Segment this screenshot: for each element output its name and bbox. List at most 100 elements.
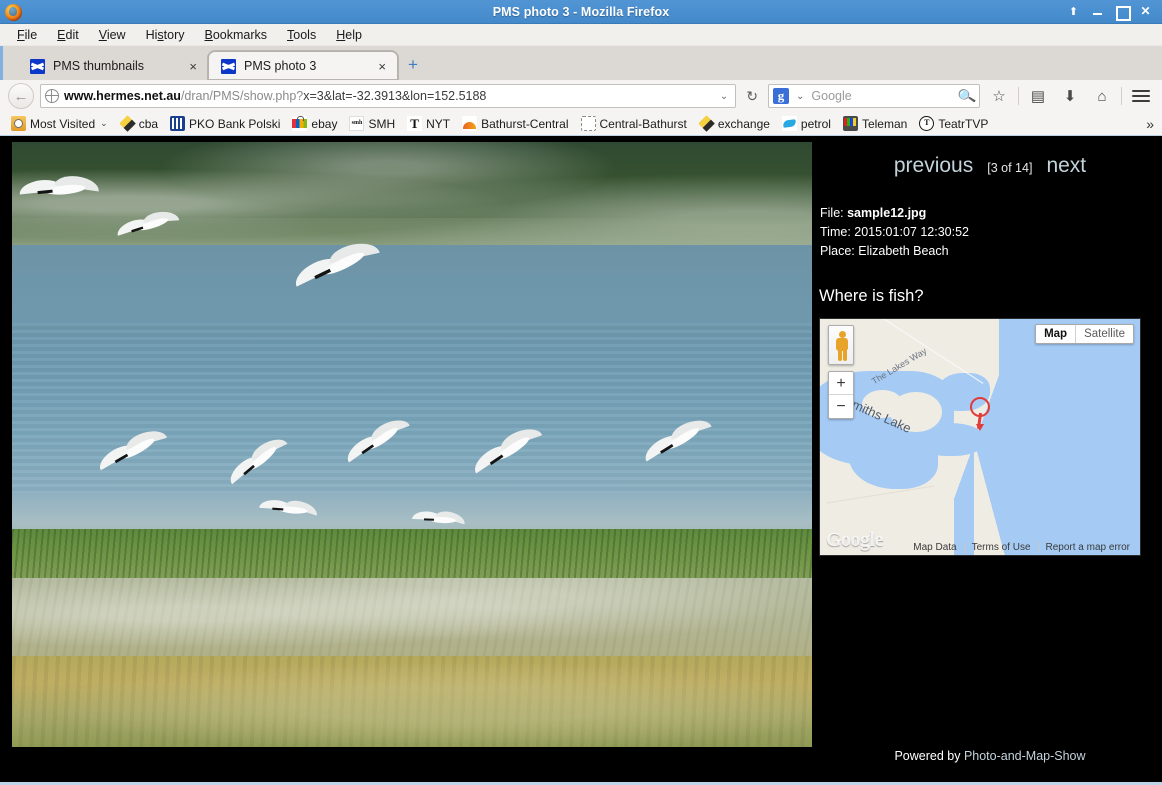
firefox-logo-icon [2,1,24,23]
bookmark-label: Most Visited [30,116,96,131]
terms-of-use-link[interactable]: Terms of Use [963,542,1038,553]
tab-pms-photo-3[interactable]: PMS photo 3 × [208,51,398,80]
bookmark-teleman[interactable]: Teleman [838,115,912,132]
next-link[interactable]: next [1046,154,1086,178]
url-host: www.hermes.net.au [64,89,181,103]
search-icon[interactable]: 🔍 [956,86,977,106]
street-view-pegman-icon[interactable] [828,325,854,365]
back-button-icon[interactable]: ← [8,83,34,109]
toolbar-divider [1018,87,1019,105]
menu-view[interactable]: View [90,26,135,44]
previous-link[interactable]: previous [894,154,973,178]
tab-pms-thumbnails[interactable]: PMS thumbnails × [18,52,208,80]
maximize-icon[interactable] [1115,5,1131,21]
tab-favicon [30,58,45,74]
photo-counter: [3 of 14] [987,161,1033,175]
bookmark-ebay[interactable]: ebay [287,115,342,132]
bookmark-label: TeatrTVP [938,116,989,131]
close-icon[interactable] [1139,5,1152,18]
meta-value: sample12.jpg [847,206,927,220]
hamburger-menu-icon[interactable] [1128,83,1154,109]
reader-list-icon[interactable]: ▤ [1025,83,1051,109]
bookmark-most-visited[interactable]: Most Visited ⌄ [6,115,113,132]
meta-label: File: [820,206,844,220]
tab-close-icon[interactable]: × [375,59,389,74]
bookmark-star-icon[interactable]: ☆ [986,83,1012,109]
map-type-toggle: Map Satellite [1035,324,1134,344]
meta-row-place: Place: Elizabeth Beach [820,242,1162,261]
bookmark-central-bathurst[interactable]: Central-Bathurst [576,115,692,132]
bookmark-cba[interactable]: cba [115,115,163,132]
map-section-heading: Where is fish? [819,287,924,305]
url-bar[interactable]: www.hermes.net.au/dran/PMS/show.php?x=3&… [40,84,737,108]
bookmark-label: SMH [368,116,396,131]
menu-edit[interactable]: Edit [48,26,88,44]
tv-icon [842,116,858,131]
new-tab-button[interactable]: + [408,55,418,75]
meta-value: 2015:01:07 12:30:52 [854,225,969,239]
menu-file[interactable]: File [8,26,46,44]
zoom-out-button[interactable]: − [829,395,853,418]
url-path: /dran/PMS/show.php? [180,89,304,103]
bookmark-smh[interactable]: smh SMH [344,115,400,132]
info-sidebar: previous [3 of 14] next File: sample12.j… [818,136,1162,785]
bookmark-bathurst-central[interactable]: Bathurst-Central [457,115,573,132]
google-logo: Google [826,529,884,551]
reload-icon[interactable]: ↻ [742,88,762,105]
search-bar[interactable]: g ⌄ Google 🔍 [768,84,980,108]
bookmark-petrol[interactable]: petrol [777,115,836,132]
bookmark-label: Teleman [861,116,908,131]
map-data-link[interactable]: Map Data [906,542,963,553]
photo-container[interactable] [12,142,812,747]
meta-row-time: Time: 2015:01:07 12:30:52 [820,223,1162,242]
firefox-window: PMS photo 3 - Mozilla Firefox File Edit … [0,0,1162,785]
meta-row-file: File: sample12.jpg [820,204,1162,223]
menu-history[interactable]: History [137,26,194,44]
bookmark-teatrtvp[interactable]: T TeatrTVP [914,115,993,132]
photo-navigation: previous [3 of 14] next [818,136,1162,178]
menu-tools[interactable]: Tools [278,26,325,44]
map-zoom-controls: + − [828,371,854,419]
google-engine-icon[interactable]: g [773,88,789,104]
bookmark-label: Bathurst-Central [481,116,569,131]
url-dropdown-icon[interactable]: ⌄ [717,91,731,102]
tab-close-icon[interactable]: × [186,59,200,74]
engine-dropdown-icon[interactable]: ⌄ [793,91,807,102]
meta-label: Time: [820,225,851,239]
map-coastline-south [973,441,1012,555]
title-bar: PMS photo 3 - Mozilla Firefox [0,0,1162,24]
tab-label: PMS photo 3 [244,59,317,73]
page-content: previous [3 of 14] next File: sample12.j… [0,136,1162,785]
menu-bookmarks[interactable]: Bookmarks [196,26,277,44]
menu-help[interactable]: Help [327,26,371,44]
bookmark-pko-bank-polski[interactable]: PKO Bank Polski [165,115,285,132]
search-input[interactable]: Google [811,89,953,103]
map-type-satellite-button[interactable]: Satellite [1076,325,1133,343]
report-map-error-link[interactable]: Report a map error [1037,542,1137,553]
meta-label: Place: [820,244,855,258]
bookmark-label: Central-Bathurst [599,116,687,131]
rainbow-icon [462,116,478,131]
tab-bar: PMS thumbnails × PMS photo 3 × + [0,46,1162,80]
pko-icon [170,116,186,131]
bookmark-exchange[interactable]: exchange [694,115,775,132]
photo-and-map-show-link[interactable]: Photo-and-Map-Show [964,749,1086,763]
tab-favicon [221,58,236,74]
shade-icon[interactable] [1067,5,1080,18]
minimize-icon[interactable] [1091,5,1104,18]
chevron-down-icon[interactable]: ⌄ [100,118,108,129]
map-type-map-button[interactable]: Map [1036,325,1077,343]
download-icon[interactable]: ⬇ [1057,83,1083,109]
footer-prefix: Powered by [894,749,964,763]
map-attribution: Map Data Terms of Use Report a map error [906,542,1137,553]
zoom-in-button[interactable]: + [829,372,853,395]
bookmark-nyt[interactable]: T NYT [402,115,455,132]
bookmarks-toolbar: Most Visited ⌄ cba PKO Bank Polski ebay … [0,112,1162,136]
google-map[interactable]: The Lakes Way Smiths Lake + − Map Satell… [819,318,1141,556]
map-marker-pin-icon[interactable] [970,397,990,431]
bookmarks-overflow-icon[interactable]: » [1146,116,1158,132]
toolbar-divider [1121,87,1122,105]
home-icon[interactable]: ⌂ [1089,83,1115,109]
folder-icon [11,116,26,131]
photo-metadata: File: sample12.jpg Time: 2015:01:07 12:3… [818,204,1162,261]
